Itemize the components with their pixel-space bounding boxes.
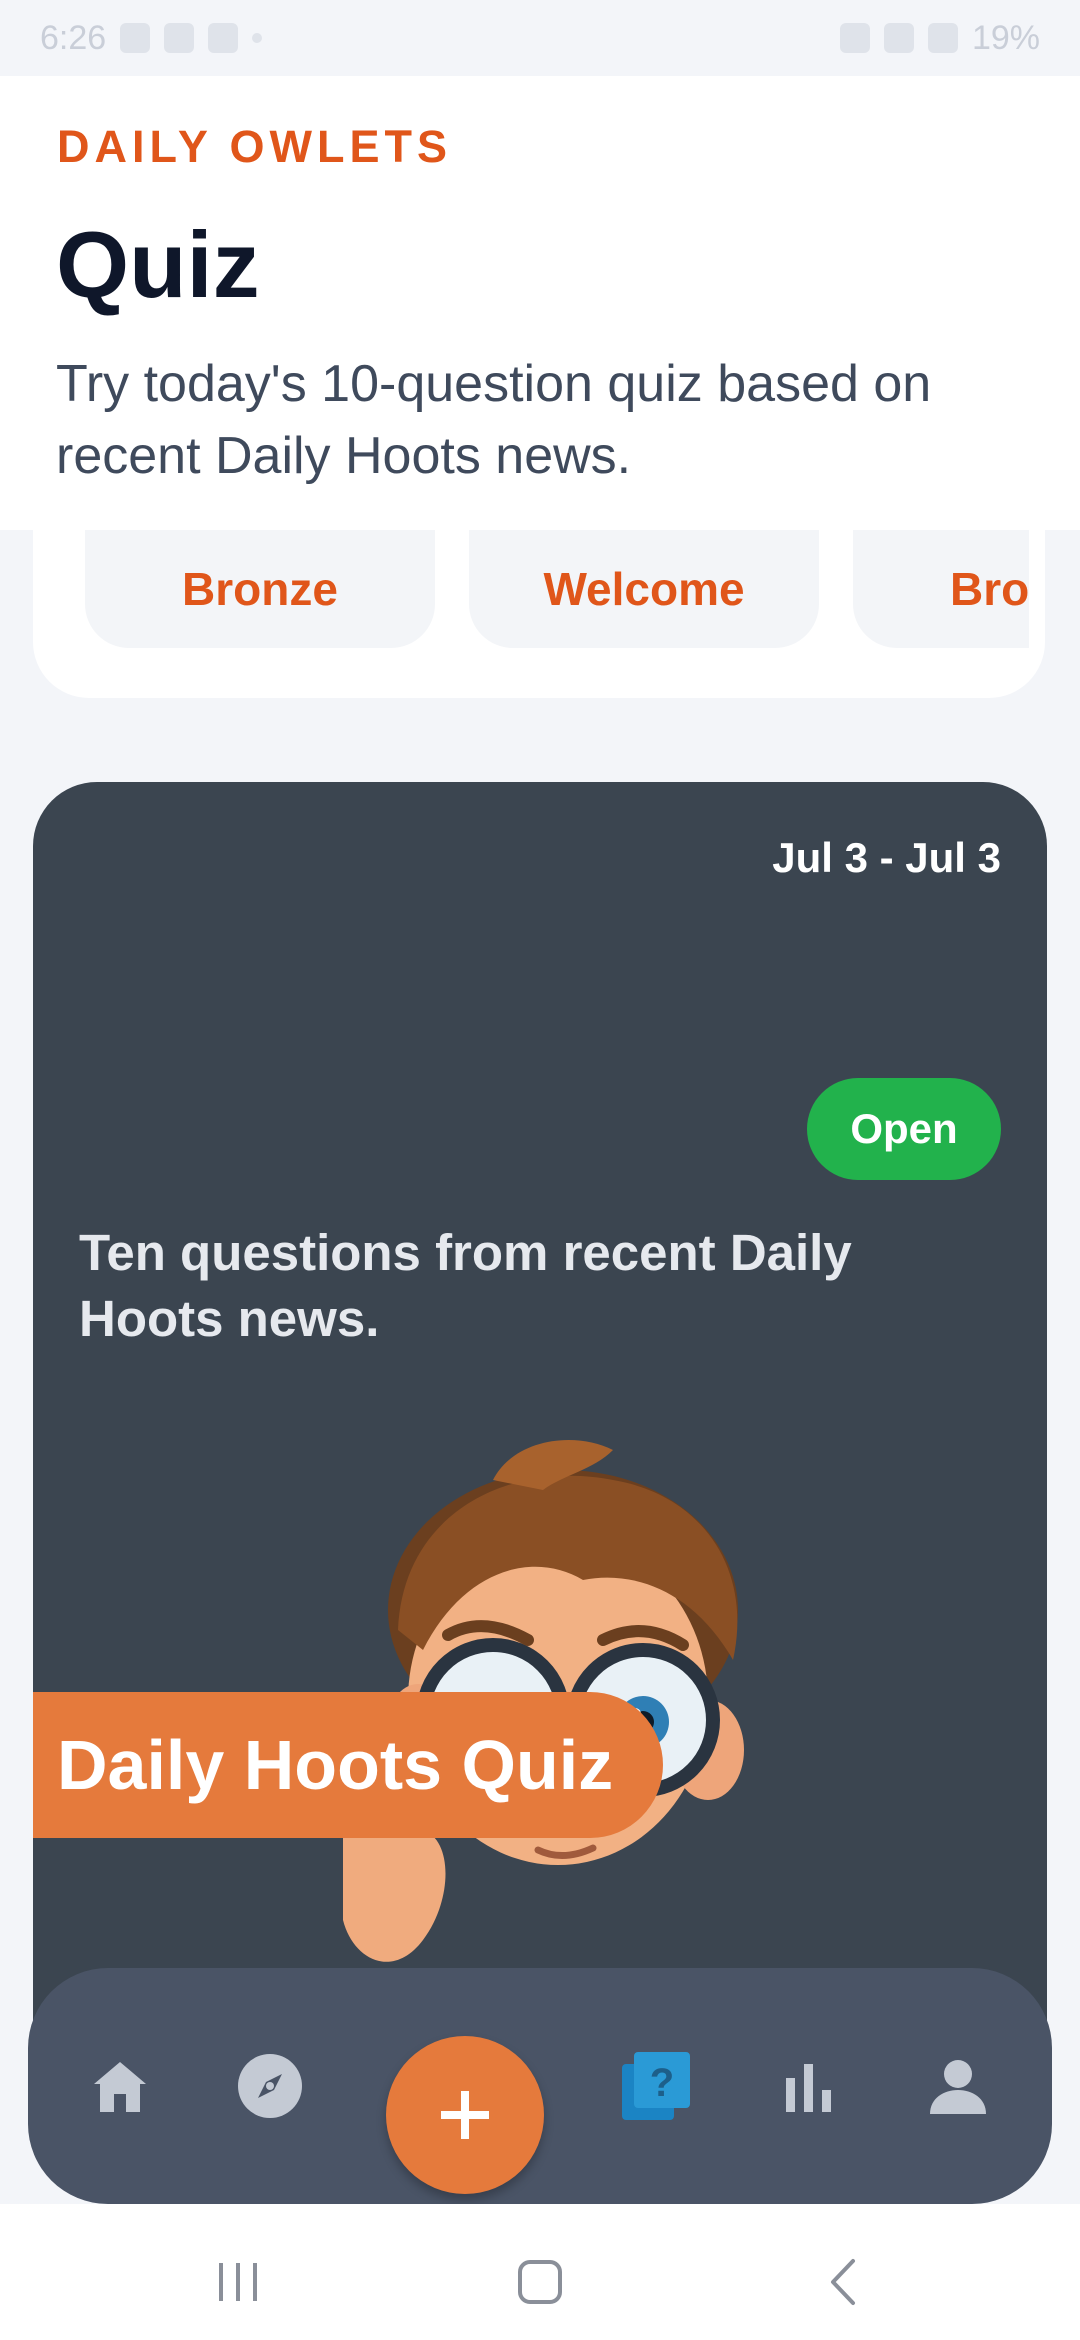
home-icon	[94, 2062, 146, 2112]
profile-icon	[930, 2060, 986, 2114]
status-bar: 6:26 19%	[0, 0, 1080, 76]
notification-icon	[120, 23, 151, 53]
status-badge: Open	[807, 1078, 1001, 1180]
home-button[interactable]	[510, 2252, 570, 2312]
badge-label: Bronze	[182, 563, 338, 615]
compass-icon	[238, 2054, 302, 2118]
status-bar-left: 6:26	[40, 18, 263, 58]
quiz-date-range: Jul 3 - Jul 3	[772, 834, 1001, 881]
badge-chip[interactable]: Bronze	[85, 530, 435, 648]
quiz-description: Ten questions from recent Daily Hoots ne…	[79, 1224, 852, 1347]
nav-home[interactable]	[84, 2050, 156, 2122]
page-title: Quiz	[56, 212, 260, 317]
page-subtitle: Try today's 10-question quiz based on re…	[56, 355, 932, 485]
badge-chip[interactable]: Bronze	[853, 530, 1029, 648]
add-button[interactable]	[386, 2036, 544, 2194]
signal-icon	[927, 23, 958, 53]
calendar-icon	[208, 23, 239, 53]
status-bar-right: 19%	[839, 18, 1040, 58]
battery-level: 19%	[971, 18, 1040, 57]
wifi-icon	[883, 23, 914, 53]
bottom-navigation: ?	[28, 1968, 1052, 2204]
nav-quiz[interactable]: ?	[620, 2050, 692, 2122]
badges-carousel[interactable]: Bronze Welcome Bronze	[85, 530, 1029, 648]
notification-icon	[164, 23, 195, 53]
nav-explore[interactable]	[234, 2050, 306, 2122]
badge-chip[interactable]: Welcome	[469, 530, 819, 648]
recent-apps-button[interactable]	[208, 2252, 268, 2312]
status-time: 6:26	[40, 18, 107, 57]
back-button[interactable]	[814, 2252, 874, 2312]
quiz-title: Daily Hoots Quiz	[33, 1692, 663, 1838]
page-header: DAILY OWLETS Quiz Try today's 10-questio…	[0, 76, 1080, 530]
badge-label: Welcome	[543, 563, 745, 615]
quiz-icon: ?	[622, 2052, 690, 2120]
home-square-icon	[518, 2260, 562, 2304]
badge-label: Bronze	[950, 563, 1029, 615]
nav-stats[interactable]	[772, 2050, 844, 2122]
alarm-icon	[839, 23, 870, 53]
quiz-card[interactable]: Jul 3 - Jul 3 Open Ten questions from re…	[33, 782, 1047, 2102]
recent-apps-icon	[219, 2263, 257, 2301]
bar-chart-icon	[786, 2064, 831, 2112]
system-navigation-bar	[0, 2204, 1080, 2340]
brand-label: DAILY OWLETS	[57, 121, 453, 172]
back-icon	[831, 2259, 855, 2305]
nav-profile[interactable]	[922, 2050, 994, 2122]
badges-card: Bronze Welcome Bronze	[33, 530, 1045, 698]
svg-text:?: ?	[650, 2061, 674, 2105]
add-icon	[441, 2091, 489, 2139]
more-notifications-icon	[252, 33, 263, 43]
